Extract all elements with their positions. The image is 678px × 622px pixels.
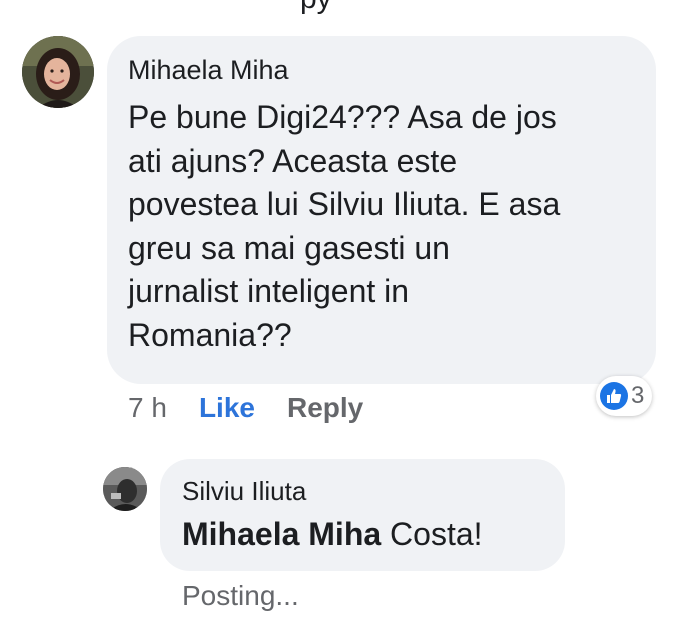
reply-button[interactable]: Reply [287,392,363,424]
reply-avatar-image [103,467,147,511]
comment-timestamp[interactable]: 7 h [128,392,167,424]
comment-bubble: Mihaela Miha Pe bune Digi24??? Asa de jo… [107,36,656,384]
reply-bubble: Silviu Iliuta Mihaela Miha Costa! [160,459,565,571]
reaction-count-badge[interactable]: 3 [596,376,653,416]
reply-mention[interactable]: Mihaela Miha [182,516,381,552]
thumbs-up-icon [600,382,628,410]
reply-avatar[interactable] [103,467,147,511]
avatar-image [22,36,94,108]
reply-text: Mihaela Miha Costa! [182,515,545,553]
comment-text: Pe bune Digi24??? Asa de jos ati ajuns? … [128,99,561,353]
comment-author[interactable]: Mihaela Miha [128,54,636,86]
comment-actions: 7 h Like Reply [128,392,363,424]
reply-author[interactable]: Silviu Iliuta [182,475,545,507]
truncated-text: py [300,0,332,16]
reaction-count: 3 [631,382,645,409]
posting-status: Posting... [182,580,299,611]
comment-thread: py Mihaela Miha Pe bune Digi24??? Asa de… [0,0,678,622]
reply-message: Costa! [381,516,483,552]
avatar[interactable] [22,36,94,108]
like-button[interactable]: Like [199,392,255,424]
